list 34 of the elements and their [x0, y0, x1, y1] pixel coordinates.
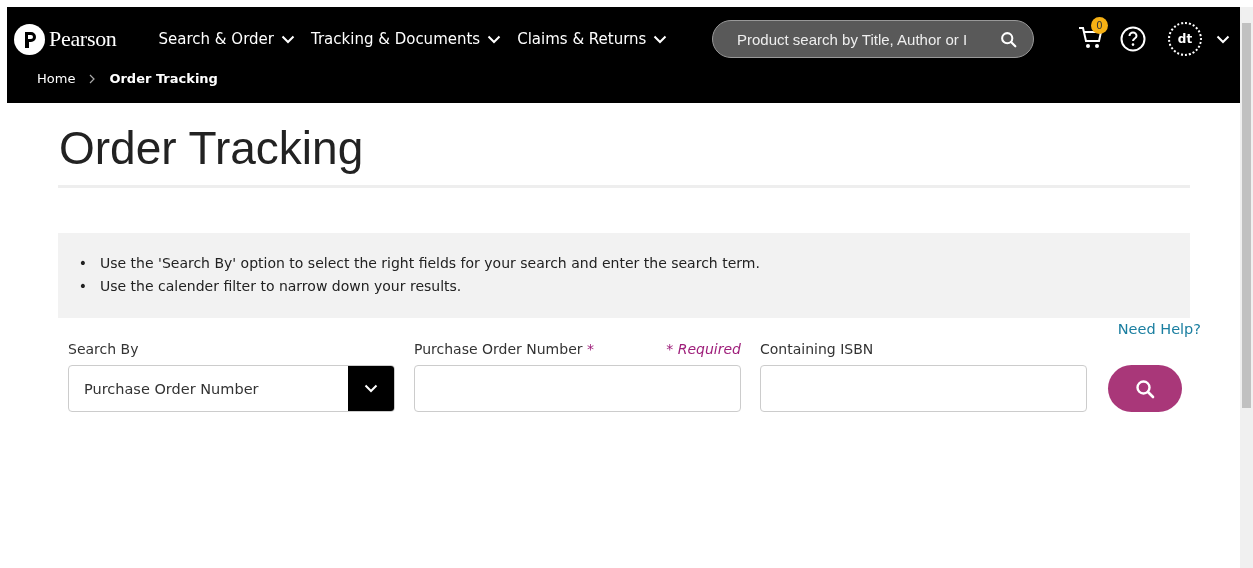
need-help-link[interactable]: Need Help?: [1117, 321, 1201, 337]
search-icon: [1000, 30, 1017, 48]
product-search-field[interactable]: Product search by Title, Author or I: [712, 20, 1034, 58]
search-by-dropdown[interactable]: Purchase Order Number: [68, 365, 395, 412]
breadcrumb-link[interactable]: Home: [37, 71, 76, 86]
chevron-down-icon: [364, 384, 378, 393]
instruction-text: Use the 'Search By' option to select the right fields for your search and enter the search term.: [100, 254, 760, 273]
logo-text[interactable]: Pearson: [49, 26, 117, 52]
nav-menu[interactable]: Claims & Returns: [517, 30, 668, 48]
field-label: Containing ISBN: [760, 341, 874, 357]
instruction-text: Use the calender filter to narrow down your results.: [100, 277, 462, 296]
search-button[interactable]: [1108, 365, 1182, 412]
page-title: Order Tracking: [58, 103, 1190, 188]
logo-icon: [14, 23, 45, 55]
scrollbar[interactable]: [1240, 7, 1253, 568]
cart-count-badge: 0: [1091, 17, 1108, 34]
nav-menu[interactable]: Search & Order: [158, 30, 295, 48]
breadcrumb-link[interactable]: Order Tracking: [109, 71, 218, 86]
chevron-down-icon: [280, 34, 295, 44]
field-label: Purchase Order Number *: [414, 341, 594, 357]
chevron-down-icon: [653, 34, 668, 44]
input-field[interactable]: [760, 365, 1087, 412]
input-field[interactable]: [414, 365, 741, 412]
field-label: Search By: [68, 341, 139, 357]
bullet: •: [78, 254, 88, 273]
search-icon: [1135, 378, 1155, 399]
nav-menu[interactable]: Tracking & Documents: [310, 30, 502, 48]
bullet: •: [78, 277, 88, 296]
chevron-down-icon: [1216, 34, 1230, 44]
chevron-right-icon: [89, 73, 96, 84]
help-icon[interactable]: [1120, 26, 1146, 52]
required-note: * Required: [666, 341, 741, 357]
chevron-down-icon: [487, 34, 502, 44]
user-avatar[interactable]: dt: [1168, 22, 1202, 56]
